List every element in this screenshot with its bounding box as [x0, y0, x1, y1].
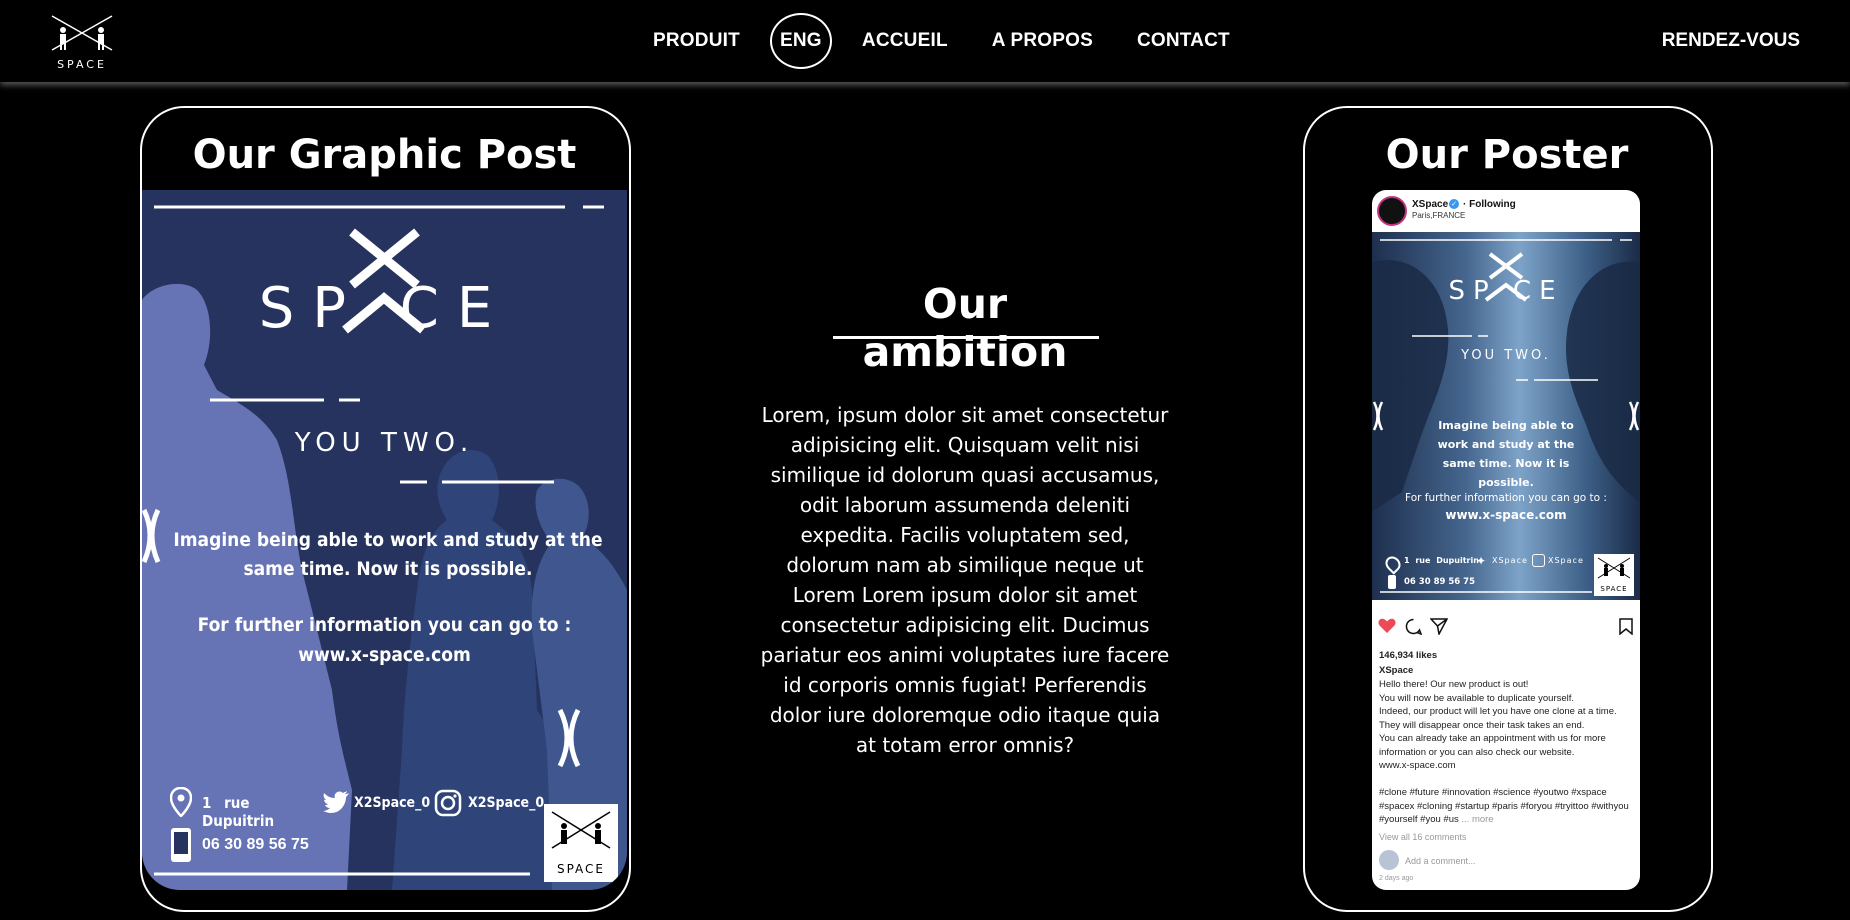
xspace-stamp-logo: SPACE	[544, 804, 618, 882]
hashtags-text[interactable]: #clone #future #innovation #science #you…	[1379, 787, 1629, 825]
photo-stamp-text: SPACE	[1600, 585, 1628, 593]
photo-stamp-logo: SPACE	[1594, 554, 1634, 596]
photo-pitch: Imagine being able to work and study at …	[1437, 419, 1575, 489]
commenter-avatar	[1379, 850, 1399, 870]
poster-title: Our Poster	[1385, 132, 1629, 178]
like-heart-icon[interactable]	[1378, 618, 1396, 638]
photo-url: www.x-space.com	[1445, 508, 1567, 522]
bookmark-icon[interactable]	[1619, 618, 1633, 639]
nav-accueil[interactable]: ACCUEIL	[862, 30, 948, 52]
ambition-underline	[833, 336, 1099, 339]
poster-photo: SP CE YOU TWO. Imagine being able to wor…	[1372, 232, 1640, 600]
photo-instagram-icon	[1532, 554, 1545, 567]
photo-info: For further information you can go to :	[1405, 492, 1607, 504]
phone-icon	[170, 827, 192, 867]
more-link[interactable]: ... more	[1461, 814, 1493, 825]
caption-line: Hello there! Our new product is out!	[1379, 679, 1529, 690]
graphic-post-title: Our Graphic Post	[192, 132, 577, 178]
ambition-title: Our ambition	[862, 280, 1068, 376]
caption-line: They will disappear once their task take…	[1379, 719, 1585, 731]
nav-produit[interactable]: PRODUIT	[653, 30, 740, 52]
view-comments-link[interactable]: View all 16 comments	[1379, 832, 1466, 842]
graphic-post-brand: SP CE	[258, 276, 511, 341]
caption-line: www.x-space.com	[1379, 760, 1456, 771]
photo-phone: 06 30 89 56 75	[1404, 577, 1475, 587]
photo-phone-icon	[1388, 575, 1396, 589]
graphic-post-twitter: X2Space_0	[354, 795, 431, 811]
photo-twitter: XSpace	[1492, 556, 1528, 565]
xspace-logo[interactable]: SPACE	[42, 8, 122, 74]
graphic-post-phone: 06 30 89 56 75	[202, 836, 309, 853]
account-location[interactable]: Paris,FRANCE	[1412, 211, 1465, 220]
photo-twitter-icon: ✦	[1476, 554, 1487, 568]
rendez-vous-link[interactable]: RENDEZ-VOUS	[1662, 30, 1800, 52]
graphic-post-url: www.x-space.com	[298, 644, 471, 666]
likes-count[interactable]: 146,934 likes	[1379, 649, 1437, 663]
logo-text: SPACE	[57, 58, 107, 71]
account-avatar[interactable]	[1377, 196, 1407, 226]
following-label[interactable]: · Following	[1463, 199, 1516, 210]
verified-icon: ✓	[1449, 199, 1459, 209]
location-pin-icon	[169, 786, 193, 821]
graphic-post-tagline: YOU TWO.	[294, 428, 475, 458]
graphic-post-image: SP CE YOU TWO. Imagine being able to wor…	[142, 190, 627, 890]
comment-icon[interactable]	[1405, 618, 1423, 639]
graphic-post-instagram: X2Space_0	[468, 795, 545, 811]
twitter-icon	[322, 790, 350, 818]
graphic-post-pitch: Imagine being able to work and study at …	[173, 529, 603, 580]
caption-text: Hello there! Our new product is out! You…	[1379, 678, 1637, 773]
top-navigation-bar: SPACE PRODUIT ENG ACCUEIL A PROPOS CONTA…	[0, 0, 1850, 82]
caption-line: information or you can also check our we…	[1379, 746, 1575, 758]
ambition-text: Lorem, ipsum dolor sit amet consectetur …	[760, 403, 1170, 757]
instagram-post-mockup: XSpace ✓ · Following Paris,FRANCE SP CE …	[1372, 190, 1640, 890]
caption-line: Indeed, our product will let you have on…	[1379, 706, 1617, 717]
account-name[interactable]: XSpace	[1412, 199, 1448, 210]
graphic-post-info: For further information you can go to :	[197, 614, 572, 636]
caption-username[interactable]: XSpace	[1379, 664, 1413, 678]
language-toggle[interactable]: ENG	[769, 13, 832, 69]
caption-line: You can already take an appointment with…	[1379, 733, 1606, 744]
graphic-post-address: 1 rue Dupuitrin	[202, 794, 275, 830]
photo-tagline: YOU TWO.	[1461, 348, 1551, 363]
instagram-icon	[434, 789, 462, 821]
caption-line: You will now be available to duplicate y…	[1379, 692, 1575, 704]
share-icon[interactable]	[1429, 618, 1449, 639]
add-comment-input[interactable]: Add a comment...	[1405, 856, 1476, 866]
photo-brand: SP CE	[1448, 276, 1564, 306]
main-menu: PRODUIT ENG ACCUEIL A PROPOS CONTACT	[653, 13, 1274, 69]
photo-instagram: XSpace	[1548, 556, 1584, 565]
photo-address: 1 rue Dupuitrin	[1404, 556, 1479, 565]
stamp-text: SPACE	[556, 862, 606, 876]
post-time: 2 days ago	[1379, 875, 1414, 882]
nav-a-propos[interactable]: A PROPOS	[992, 30, 1093, 52]
nav-contact[interactable]: CONTACT	[1137, 30, 1230, 52]
hashtags: #clone #future #innovation #science #you…	[1379, 786, 1637, 827]
